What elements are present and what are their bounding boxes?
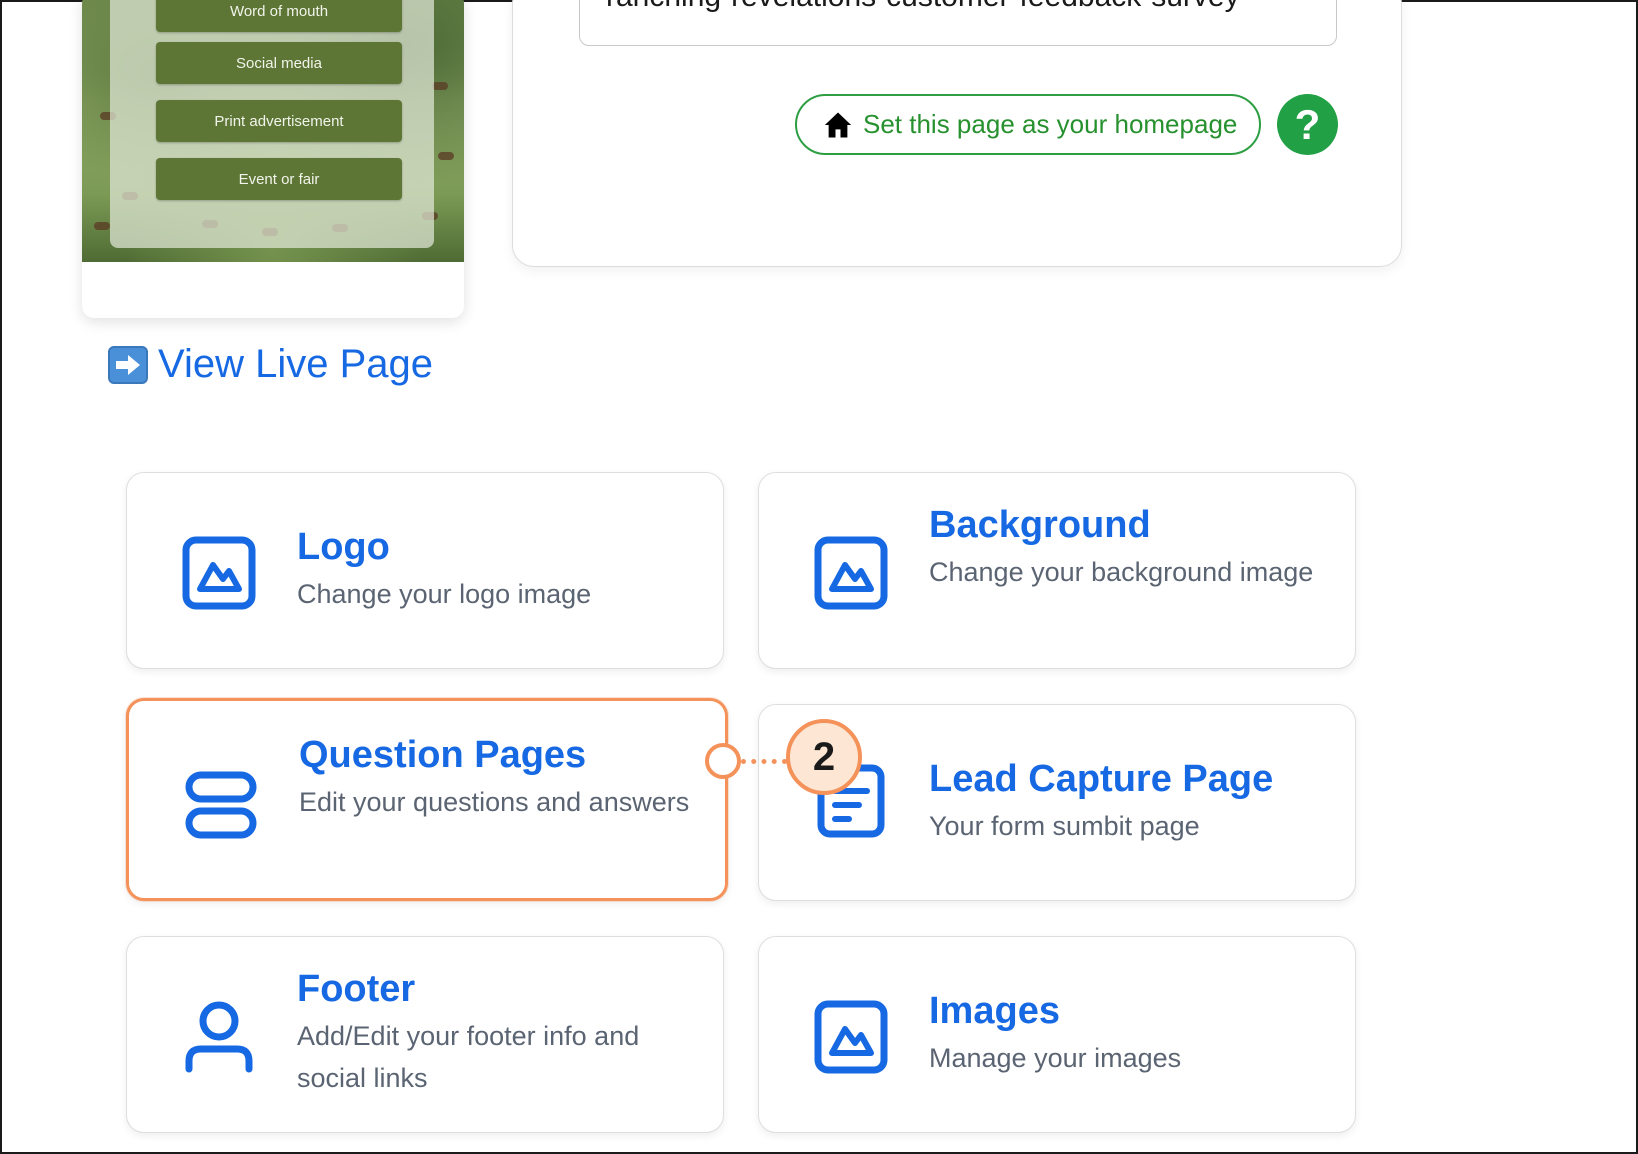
page-slug-value: ranching-revelations-customer-feedback-s…	[606, 0, 1240, 14]
logo-card-title: Logo	[297, 526, 390, 568]
image-icon	[182, 536, 256, 610]
preview-option: Social media	[156, 42, 402, 84]
images-card[interactable]: Images Manage your images	[758, 936, 1356, 1133]
callout-anchor-dot	[705, 743, 741, 779]
background-card-title: Background	[929, 504, 1151, 546]
home-icon	[824, 112, 852, 137]
view-live-page-label: View Live Page	[158, 342, 433, 386]
footer-card-description: Add/Edit your footer info and social lin…	[297, 1020, 640, 1093]
lead-capture-card-title: Lead Capture Page	[929, 758, 1274, 800]
image-icon	[814, 536, 888, 610]
images-card-description: Manage your images	[929, 1042, 1182, 1073]
help-button[interactable]: ?	[1277, 94, 1338, 155]
view-live-page-link[interactable]: View Live Page	[108, 342, 433, 387]
preview-option: Event or fair	[156, 158, 402, 200]
set-homepage-button[interactable]: Set this page as your homepage	[795, 94, 1261, 155]
images-card-title: Images	[929, 990, 1060, 1032]
background-card[interactable]: Background Change your background image	[758, 472, 1356, 669]
page-preview-thumbnail[interactable]: Word of mouth Social media Print adverti…	[82, 0, 464, 318]
footer-card-title: Footer	[297, 968, 416, 1010]
page-slug-field[interactable]: ranching-revelations-customer-feedback-s…	[579, 0, 1337, 46]
set-homepage-label: Set this page as your homepage	[863, 109, 1238, 139]
logo-card-description: Change your logo image	[297, 578, 592, 609]
question-pages-card-description: Edit your questions and answers	[299, 786, 690, 817]
logo-card[interactable]: Logo Change your logo image	[126, 472, 724, 669]
background-card-description: Change your background image	[929, 556, 1314, 587]
question-pages-card-title: Question Pages	[299, 734, 587, 776]
page-url-card: ranching-revelations-customer-feedback-s…	[512, 0, 1402, 267]
lead-capture-card-description: Your form sumbit page	[929, 810, 1200, 841]
preview-option: Word of mouth	[156, 0, 402, 32]
question-pages-card[interactable]: Question Pages Edit your questions and a…	[126, 698, 728, 901]
footer-card[interactable]: Footer Add/Edit your footer info and soc…	[126, 936, 724, 1133]
image-icon	[814, 1000, 888, 1074]
step-number-badge: 2	[786, 719, 862, 795]
user-icon	[185, 1001, 253, 1073]
preview-option: Print advertisement	[156, 100, 402, 142]
right-arrow-icon	[108, 345, 148, 384]
layout-rows-icon	[185, 771, 257, 839]
callout-connector-line	[741, 759, 787, 764]
